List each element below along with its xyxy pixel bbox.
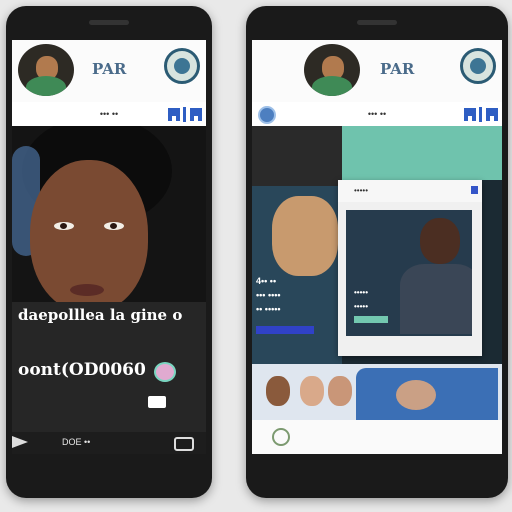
home-icon[interactable] bbox=[272, 428, 290, 446]
popup-header-text: ••••• bbox=[354, 186, 369, 195]
pin-icon[interactable] bbox=[479, 107, 482, 122]
pin-icon[interactable] bbox=[183, 107, 186, 122]
profile-avatar[interactable] bbox=[18, 44, 74, 96]
badge-inner bbox=[174, 58, 190, 74]
close-icon[interactable] bbox=[471, 186, 478, 194]
avatar-body bbox=[312, 76, 352, 96]
phone-right: PAR ••• •• 4•• •• ••• •••• •• ••••• ••••… bbox=[246, 6, 508, 498]
post-image[interactable]: daepolllea la gine o oont(OD0060 DOE •• bbox=[12, 126, 206, 454]
portrait-face bbox=[30, 160, 148, 312]
popup-header: ••••• bbox=[338, 180, 482, 202]
sub-header: ••• •• bbox=[252, 102, 502, 126]
popup-accent-bar bbox=[354, 316, 388, 323]
thumbnail-figure bbox=[396, 380, 436, 410]
share-icon[interactable] bbox=[12, 436, 28, 448]
flag-icon[interactable] bbox=[464, 108, 476, 121]
bottom-bar-label: DOE •• bbox=[62, 437, 91, 447]
avatar-body bbox=[26, 76, 66, 96]
popup-label: ••••• bbox=[354, 302, 369, 311]
popup-image[interactable]: ••••• ••••• bbox=[346, 210, 472, 336]
post-caption: daepolllea la gine o bbox=[18, 306, 183, 324]
badge-inner bbox=[470, 58, 486, 74]
phone-left: PAR ••• •• daepolllea la gine o oont(OD0… bbox=[6, 6, 212, 498]
thumbnail[interactable] bbox=[300, 376, 324, 406]
mouth bbox=[70, 284, 104, 296]
feed-accent-bar bbox=[256, 326, 314, 334]
feed-tile bbox=[252, 126, 342, 186]
app-header: PAR bbox=[12, 40, 206, 102]
flag-icon[interactable] bbox=[486, 108, 498, 121]
thumbnail-strip bbox=[252, 364, 502, 424]
bookmark-icon[interactable] bbox=[148, 396, 166, 408]
app-badge-icon[interactable] bbox=[164, 48, 200, 84]
preview-popup[interactable]: ••••• ••••• ••••• bbox=[338, 180, 482, 356]
message-icon[interactable] bbox=[174, 437, 194, 451]
bottom-bar: DOE •• bbox=[12, 432, 206, 454]
sub-header: ••• •• bbox=[12, 102, 206, 126]
feed-label: ••• •••• bbox=[256, 290, 281, 300]
profile-avatar[interactable] bbox=[304, 44, 360, 96]
phone-screen-right: PAR ••• •• 4•• •• ••• •••• •• ••••• ••••… bbox=[252, 40, 502, 454]
popup-figure-shirt bbox=[400, 264, 472, 334]
thumbnail-large[interactable] bbox=[356, 368, 498, 424]
phone-screen-left: PAR ••• •• daepolllea la gine o oont(OD0… bbox=[12, 40, 206, 454]
brand-logo: PAR bbox=[380, 60, 415, 78]
eye-right bbox=[104, 222, 124, 230]
speaker-grille bbox=[357, 20, 397, 25]
bottom-nav bbox=[252, 420, 502, 454]
feed-tile bbox=[342, 126, 502, 180]
feed-label: 4•• •• bbox=[256, 276, 277, 286]
thumbnail[interactable] bbox=[328, 376, 352, 406]
popup-label: ••••• bbox=[354, 288, 369, 297]
flag-icon[interactable] bbox=[190, 108, 202, 121]
reaction-icon[interactable] bbox=[154, 362, 176, 382]
app-badge-icon[interactable] bbox=[460, 48, 496, 84]
popup-figure-head bbox=[420, 218, 460, 264]
speaker-grille bbox=[89, 20, 129, 25]
feed-figure bbox=[272, 196, 338, 276]
flag-icon[interactable] bbox=[168, 108, 180, 121]
app-header: PAR bbox=[252, 40, 502, 102]
post-counter: oont(OD0060 bbox=[18, 360, 146, 380]
eye-left bbox=[54, 222, 74, 230]
feed-label: •• ••••• bbox=[256, 304, 281, 314]
thumbnail[interactable] bbox=[266, 376, 290, 406]
brand-logo: PAR bbox=[92, 60, 127, 78]
